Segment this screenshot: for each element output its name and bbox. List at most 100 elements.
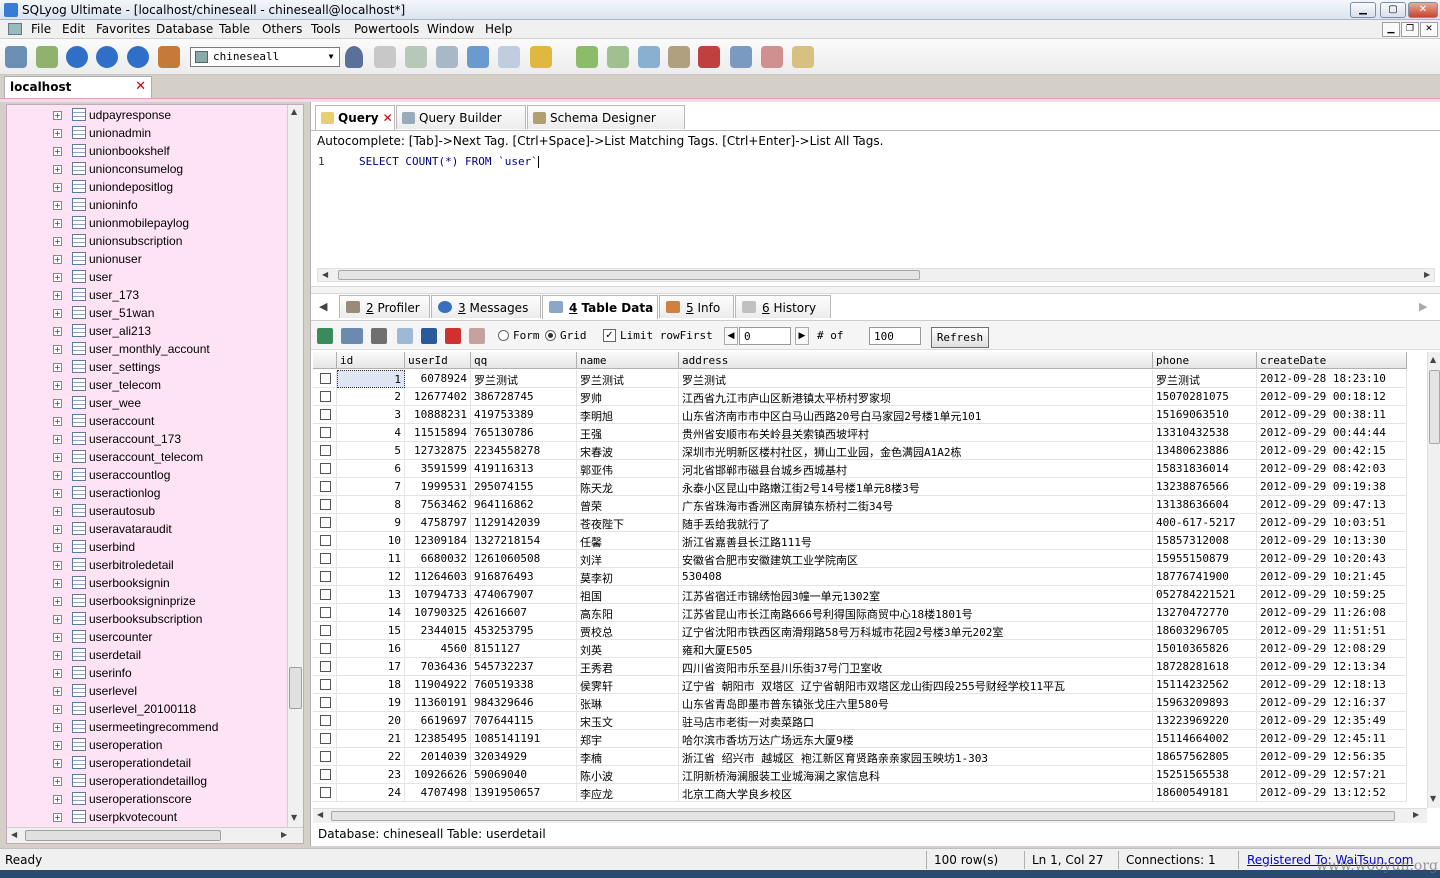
cell-qq[interactable]: 2234558278 xyxy=(471,442,577,460)
column-header-id[interactable]: id xyxy=(337,352,405,369)
row-select-cell[interactable] xyxy=(313,388,337,406)
query-profiler-icon[interactable] xyxy=(730,46,752,68)
tree-table-item[interactable]: + unionsubscription xyxy=(7,232,289,250)
tab-info[interactable]: 5 Info xyxy=(659,295,734,318)
cell-createDate[interactable]: 2012-09-29 10:20:43 xyxy=(1257,550,1407,568)
cell-address[interactable]: 哈尔滨市香坊万达广场远东大厦9楼 xyxy=(679,730,1153,748)
scroll-right-icon[interactable]: ▶ xyxy=(1413,810,1419,819)
tree-table-item[interactable]: + useroperation xyxy=(7,736,289,754)
cell-name[interactable]: 罗兰测试 xyxy=(577,370,679,388)
cell-userId[interactable]: 10926626 xyxy=(405,766,471,784)
cell-userId[interactable]: 2014039 xyxy=(405,748,471,766)
select-all-header[interactable] xyxy=(313,352,337,369)
cell-userId[interactable]: 12309184 xyxy=(405,532,471,550)
cell-userId[interactable]: 10888231 xyxy=(405,406,471,424)
cell-phone[interactable]: 18728281618 xyxy=(1153,658,1257,676)
row-select-cell[interactable] xyxy=(313,658,337,676)
cell-name[interactable]: 李明旭 xyxy=(577,406,679,424)
menu-database[interactable]: Database xyxy=(156,22,213,36)
tree-table-item[interactable]: + unioninfo xyxy=(7,196,289,214)
cell-qq[interactable]: 760519338 xyxy=(471,676,577,694)
cell-name[interactable]: 苍夜陛下 xyxy=(577,514,679,532)
tree-table-item[interactable]: + unionconsumelog xyxy=(7,160,289,178)
cell-id[interactable]: 17 xyxy=(337,658,405,676)
close-icon[interactable]: ✕ xyxy=(135,79,146,94)
tab-table-data[interactable]: 4 Table Data xyxy=(542,295,658,319)
cell-userId[interactable]: 11904922 xyxy=(405,676,471,694)
row-select-cell[interactable] xyxy=(313,640,337,658)
expand-icon[interactable]: + xyxy=(53,561,62,570)
row-checkbox[interactable] xyxy=(320,463,331,474)
cell-id[interactable]: 10 xyxy=(337,532,405,550)
row-select-cell[interactable] xyxy=(313,748,337,766)
tree-table-item[interactable]: + userlevel xyxy=(7,682,289,700)
tree-table-item[interactable]: + userautosub xyxy=(7,502,289,520)
row-select-cell[interactable] xyxy=(313,730,337,748)
cell-userId[interactable]: 6680032 xyxy=(405,550,471,568)
grid-vertical-scrollbar[interactable]: ▲ ▼ xyxy=(1427,352,1440,808)
expand-icon[interactable]: + xyxy=(53,597,62,606)
cell-createDate[interactable]: 2012-09-29 00:18:12 xyxy=(1257,388,1407,406)
cell-userId[interactable]: 7563462 xyxy=(405,496,471,514)
expand-icon[interactable]: + xyxy=(53,489,62,498)
cell-createDate[interactable]: 2012-09-29 13:12:52 xyxy=(1257,784,1407,802)
row-select-cell[interactable] xyxy=(313,784,337,802)
tree-table-item[interactable]: + useraccount_173 xyxy=(7,430,289,448)
cell-id[interactable]: 7 xyxy=(337,478,405,496)
cell-name[interactable]: 曾荣 xyxy=(577,496,679,514)
cell-userId[interactable]: 10790325 xyxy=(405,604,471,622)
cell-createDate[interactable]: 2012-09-29 11:26:08 xyxy=(1257,604,1407,622)
cell-qq[interactable]: 32034929 xyxy=(471,748,577,766)
cell-qq[interactable]: 545732237 xyxy=(471,658,577,676)
cell-name[interactable]: 宋春波 xyxy=(577,442,679,460)
expand-icon[interactable]: + xyxy=(53,687,62,696)
row-select-cell[interactable] xyxy=(313,586,337,604)
cell-phone[interactable]: 13223969220 xyxy=(1153,712,1257,730)
export-icon[interactable] xyxy=(467,46,489,68)
cell-phone[interactable]: 18776741900 xyxy=(1153,568,1257,586)
cell-qq[interactable]: 765130786 xyxy=(471,424,577,442)
expand-icon[interactable]: + xyxy=(53,669,62,678)
cell-address[interactable]: 江苏省昆山市长江南路666号利得国际商贸中心18楼1801号 xyxy=(679,604,1153,622)
expand-icon[interactable]: + xyxy=(53,309,62,318)
tree-horizontal-scrollbar[interactable]: ◀ ▶ xyxy=(7,827,303,843)
cell-name[interactable]: 李应龙 xyxy=(577,784,679,802)
cell-address[interactable]: 深圳市光明新区楼村社区，狮山工业园，金色满园A1A2栋 xyxy=(679,442,1153,460)
cell-address[interactable]: 北京工商大学良乡校区 xyxy=(679,784,1153,802)
tree-table-item[interactable]: + user_monthly_account xyxy=(7,340,289,358)
row-select-cell[interactable] xyxy=(313,406,337,424)
cell-phone[interactable]: 15857312008 xyxy=(1153,532,1257,550)
cell-id[interactable]: 20 xyxy=(337,712,405,730)
cell-address[interactable]: 雍和大厦E505 xyxy=(679,640,1153,658)
scroll-up-icon[interactable]: ▲ xyxy=(1430,355,1436,364)
row-checkbox[interactable] xyxy=(320,517,331,528)
copy-menu-icon[interactable] xyxy=(341,328,363,344)
row-select-cell[interactable] xyxy=(313,694,337,712)
tab-messages[interactable]: 3 Messages xyxy=(431,295,541,318)
next-page-button[interactable]: ▶ xyxy=(795,327,809,345)
tree-table-item[interactable]: + useroperationdetail xyxy=(7,754,289,772)
row-select-cell[interactable] xyxy=(313,712,337,730)
expand-icon[interactable]: + xyxy=(53,363,62,372)
row-select-cell[interactable] xyxy=(313,766,337,784)
grid-horizontal-scrollbar[interactable]: ◀ ▶ xyxy=(313,808,1427,823)
expand-icon[interactable]: + xyxy=(53,705,62,714)
expand-icon[interactable]: + xyxy=(53,273,62,282)
cell-id[interactable]: 3 xyxy=(337,406,405,424)
tree-table-item[interactable]: + userinfo xyxy=(7,664,289,682)
cell-qq[interactable]: 419116313 xyxy=(471,460,577,478)
document-icon[interactable] xyxy=(8,23,22,35)
connect-icon[interactable] xyxy=(5,46,27,68)
row-select-cell[interactable] xyxy=(313,550,337,568)
cell-id[interactable]: 15 xyxy=(337,622,405,640)
cell-phone[interactable]: 18657562805 xyxy=(1153,748,1257,766)
cell-id[interactable]: 2 xyxy=(337,388,405,406)
tree-table-item[interactable]: + user_51wan xyxy=(7,304,289,322)
cell-createDate[interactable]: 2012-09-29 10:13:30 xyxy=(1257,532,1407,550)
user-manager-icon[interactable] xyxy=(345,46,363,68)
row-select-cell[interactable] xyxy=(313,460,337,478)
cell-name[interactable]: 高东阳 xyxy=(577,604,679,622)
mdi-close-button[interactable]: ✕ xyxy=(1420,22,1438,37)
cell-userId[interactable]: 6078924 xyxy=(405,370,471,388)
cell-createDate[interactable]: 2012-09-29 00:44:44 xyxy=(1257,424,1407,442)
